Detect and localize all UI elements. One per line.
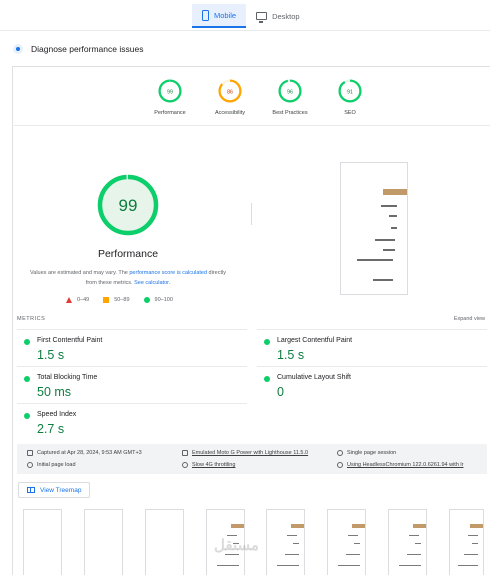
- average-square-icon: [103, 297, 110, 303]
- treemap-label: View Treemap: [40, 486, 82, 494]
- filmstrip-frame: [23, 509, 62, 575]
- metric-value: 1.5 s: [277, 348, 305, 362]
- legend-pass: 90–100: [154, 297, 173, 303]
- pass-circle-icon: [24, 339, 30, 345]
- performance-gauge: 99: [97, 174, 159, 236]
- metric-value: 2.7 s: [37, 422, 65, 436]
- calendar-icon: [27, 450, 33, 456]
- info-link[interactable]: Emulated Moto G Power with Lighthouse 11…: [192, 450, 308, 456]
- divider: [0, 30, 490, 31]
- metrics-title: METRICS: [17, 316, 46, 322]
- metric-cls: Cumulative Layout Shift 0: [257, 366, 487, 403]
- metric-value: 0: [277, 385, 284, 399]
- gauge-ring: 91: [338, 79, 362, 103]
- gauge-seo[interactable]: 91 SEO: [320, 78, 380, 116]
- gauge-ring: 99: [158, 79, 182, 103]
- gauge-label: Accessibility: [215, 110, 245, 116]
- gauge-performance[interactable]: 99 Performance: [140, 78, 200, 116]
- diagnose-heading: Diagnose performance issues: [13, 44, 143, 54]
- pass-circle-icon: [24, 413, 30, 419]
- info-link[interactable]: Slow 4G throttling: [192, 462, 235, 468]
- timer-icon: [27, 462, 33, 468]
- metric-speed-index: Speed Index 2.7 s: [17, 403, 247, 440]
- metrics-header: METRICS Expand view: [17, 316, 485, 322]
- final-screenshot[interactable]: [340, 162, 408, 295]
- info-emulated: Emulated Moto G Power with Lighthouse 11…: [182, 450, 308, 456]
- filmstrip-frame: [84, 509, 123, 575]
- people-icon: [337, 450, 343, 456]
- tab-desktop[interactable]: Desktop: [246, 4, 310, 28]
- gauge-accessibility[interactable]: 86 Accessibility: [200, 78, 260, 116]
- info-text: Captured at Apr 28, 2024, 9:53 AM GMT+3: [37, 450, 142, 456]
- gauge-score: 91: [347, 89, 353, 95]
- gauge-ring: 96: [278, 79, 302, 103]
- divider: [12, 125, 490, 126]
- category-gauges: 99 Performance 86 Accessibility 96 Best …: [140, 78, 380, 116]
- gauge-best-practices[interactable]: 96 Best Practices: [260, 78, 320, 116]
- info-session: Single page session: [337, 450, 396, 456]
- diagnose-icon: [13, 44, 23, 54]
- pass-circle-icon: [264, 339, 270, 345]
- metric-tbt: Total Blocking Time 50 ms: [17, 366, 247, 403]
- treemap-icon: [27, 487, 35, 493]
- metric-label: First Contentful Paint: [37, 337, 103, 344]
- phone-icon: [202, 9, 209, 21]
- metric-label: Cumulative Layout Shift: [277, 374, 351, 381]
- run-info: Captured at Apr 28, 2024, 9:53 AM GMT+3 …: [17, 444, 487, 474]
- pass-circle-icon: [24, 376, 30, 382]
- performance-title: Performance: [97, 248, 159, 260]
- pass-circle-icon: [143, 297, 150, 303]
- gauge-label: Best Practices: [272, 110, 308, 116]
- desc-text: Values are estimated and may vary. The: [30, 270, 130, 276]
- gauge-label: Performance: [154, 110, 186, 116]
- score-legend: 0–49 50–89 90–100: [66, 297, 173, 303]
- metric-value: 1.5 s: [37, 348, 65, 362]
- expand-view-toggle[interactable]: Expand view: [454, 316, 485, 322]
- diagnose-label: Diagnose performance issues: [31, 44, 144, 54]
- filmstrip-frame: [327, 509, 366, 575]
- divider: [251, 203, 252, 225]
- metric-label: Speed Index: [37, 411, 77, 418]
- info-initial: Initial page load: [27, 462, 76, 468]
- filmstrip-frame: [145, 509, 184, 575]
- info-browser: Using HeadlessChromium 122.0.6261.94 wit…: [337, 462, 463, 468]
- device-tabs: Mobile Desktop: [192, 4, 310, 28]
- info-captured: Captured at Apr 28, 2024, 9:53 AM GMT+3: [27, 450, 142, 456]
- wifi-icon: [182, 462, 188, 468]
- performance-description: Values are estimated and may vary. The p…: [28, 268, 228, 288]
- gauge-ring: 86: [218, 79, 242, 103]
- desktop-icon: [256, 12, 268, 23]
- performance-score: 99: [119, 196, 138, 215]
- info-throttling: Slow 4G throttling: [182, 462, 235, 468]
- gauge-score: 99: [167, 89, 173, 95]
- legend-fail: 0–49: [77, 297, 90, 303]
- fail-triangle-icon: [66, 297, 72, 303]
- pass-circle-icon: [264, 376, 270, 382]
- metric-label: Largest Contentful Paint: [277, 337, 353, 344]
- globe-icon: [337, 462, 343, 468]
- metric-value: 50 ms: [37, 385, 72, 399]
- info-link[interactable]: Using HeadlessChromium 122.0.6261.94 wit…: [347, 462, 463, 468]
- tab-desktop-label: Desktop: [272, 11, 300, 21]
- metric-label: Total Blocking Time: [37, 374, 98, 381]
- tab-mobile[interactable]: Mobile: [192, 4, 247, 28]
- filmstrip-frame: [388, 509, 427, 575]
- metric-fcp: First Contentful Paint 1.5 s: [17, 329, 247, 366]
- legend-average: 50–89: [114, 297, 130, 303]
- watermark-logo: مستقل: [214, 537, 259, 554]
- metric-lcp: Largest Contentful Paint 1.5 s: [257, 329, 487, 366]
- filmstrip-frame: [449, 509, 484, 575]
- score-calculated-link[interactable]: performance score is calculated: [129, 270, 207, 276]
- view-treemap-button[interactable]: View Treemap: [18, 482, 91, 498]
- info-text: Initial page load: [37, 462, 76, 468]
- screenshot-button-block: [383, 189, 407, 195]
- see-calculator-link[interactable]: See calculator.: [134, 280, 170, 286]
- filmstrip-frame: [266, 509, 305, 575]
- info-text: Single page session: [347, 450, 397, 456]
- gauge-score: 86: [227, 89, 233, 95]
- gauge-label: SEO: [344, 110, 356, 116]
- device-icon: [182, 450, 188, 456]
- tab-mobile-label: Mobile: [214, 10, 237, 20]
- gauge-score: 96: [287, 89, 293, 95]
